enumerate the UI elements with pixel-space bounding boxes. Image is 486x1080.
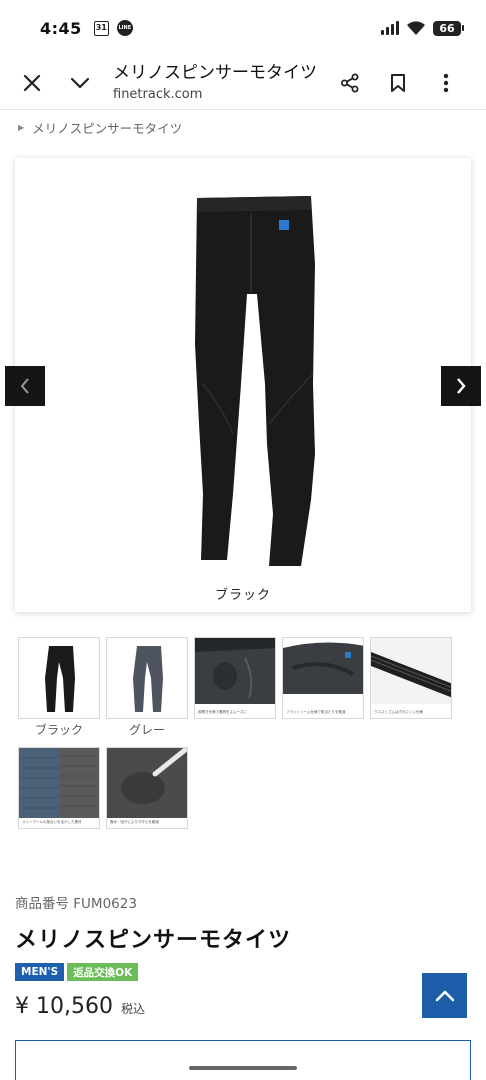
thumbnail-front-detail[interactable]: 前開き仕様で着脱をスムーズに bbox=[194, 637, 276, 719]
main-image-caption: ブラック bbox=[214, 588, 271, 603]
thumbnail-black[interactable] bbox=[18, 637, 100, 719]
page-title-block[interactable]: メリノスピンサーモタイツ finetrack.com bbox=[113, 62, 325, 104]
page-title: メリノスピンサーモタイツ bbox=[113, 62, 317, 83]
wifi-icon bbox=[407, 21, 425, 35]
bookmark-icon[interactable] bbox=[383, 68, 413, 98]
product-title: メリノスピンサーモタイツ bbox=[15, 928, 292, 953]
waistband-fine-print: ウエストゴムはずれにくい仕様 bbox=[374, 710, 423, 714]
signal-icon bbox=[381, 21, 399, 35]
chevron-up-icon bbox=[435, 990, 454, 1001]
calendar-icon: 31 bbox=[93, 20, 109, 36]
chevron-left-icon bbox=[20, 378, 29, 394]
tax-label: 税込 bbox=[120, 1002, 145, 1016]
front-detail-image bbox=[195, 638, 275, 704]
front-detail-fine-print: 前開き仕様で着脱をスムーズに bbox=[198, 710, 247, 714]
main-product-image[interactable]: ブラック bbox=[15, 158, 471, 612]
product-sku: 商品番号 FUM0623 bbox=[15, 896, 137, 912]
more-options-icon[interactable] bbox=[431, 68, 461, 98]
return-exchange-badge: 返品交換OK bbox=[67, 963, 139, 981]
status-time: 4:45 bbox=[40, 18, 82, 38]
home-indicator[interactable] bbox=[189, 1066, 297, 1070]
fabric-water-image bbox=[107, 748, 187, 818]
next-image-button[interactable] bbox=[441, 366, 481, 406]
waistband-image bbox=[371, 638, 451, 704]
battery-level: 66 bbox=[433, 20, 461, 36]
waist-detail-image bbox=[283, 638, 363, 704]
breadcrumb: ▶ メリノスピンサーモタイツ bbox=[18, 118, 182, 137]
thumbnail-fabric-closeup[interactable]: メリノウールの風合いを活かした素材 bbox=[18, 747, 100, 829]
line-app-icon: LINE bbox=[116, 20, 133, 36]
chevron-right-icon bbox=[457, 378, 466, 394]
status-bar: 4:45 31 LINE 66 bbox=[0, 0, 486, 56]
purchase-panel[interactable] bbox=[15, 1040, 471, 1080]
page-url: finetrack.com bbox=[113, 86, 203, 102]
mens-badge: MEN'S bbox=[15, 963, 65, 981]
thumbnail-grey[interactable] bbox=[106, 637, 188, 719]
product-badges: MEN'S 返品交換OK bbox=[15, 963, 139, 981]
share-icon[interactable] bbox=[335, 68, 365, 98]
fabric-closeup-fine-print: メリノウールの風合いを活かした素材 bbox=[22, 820, 82, 824]
browser-toolbar: メリノスピンサーモタイツ finetrack.com bbox=[0, 56, 486, 110]
breadcrumb-arrow-icon: ▶ bbox=[18, 123, 25, 132]
close-icon[interactable] bbox=[17, 68, 47, 98]
tights-image bbox=[195, 196, 315, 566]
tights-thumb-grey bbox=[133, 646, 163, 712]
battery-icon: 66 bbox=[433, 20, 464, 36]
breadcrumb-current[interactable]: メリノスピンサーモタイツ bbox=[32, 118, 182, 137]
price-row: ¥ 10,560 税込 bbox=[15, 994, 145, 1019]
thumbnail-waistband[interactable]: ウエストゴムはずれにくい仕様 bbox=[370, 637, 452, 719]
scroll-to-top-button[interactable] bbox=[422, 973, 467, 1018]
thumbnail-caption-grey: グレー bbox=[128, 723, 165, 737]
waist-detail-fine-print: フラットシーム仕様で肌当たりを軽減 bbox=[286, 710, 346, 714]
thumbnail-fabric-water[interactable]: 撥水・吸汗により汗冷えを軽減 bbox=[106, 747, 188, 829]
fabric-closeup-image bbox=[19, 748, 99, 818]
prev-image-button[interactable] bbox=[5, 366, 45, 406]
thumbnail-caption-black: ブラック bbox=[34, 723, 83, 737]
chevron-down-icon[interactable] bbox=[65, 68, 95, 98]
thumbnail-waist-detail[interactable]: フラットシーム仕様で肌当たりを軽減 bbox=[282, 637, 364, 719]
product-price: ¥ 10,560 bbox=[15, 994, 113, 1019]
tights-thumb-black bbox=[45, 646, 75, 712]
fabric-water-fine-print: 撥水・吸汗により汗冷えを軽減 bbox=[110, 820, 159, 824]
